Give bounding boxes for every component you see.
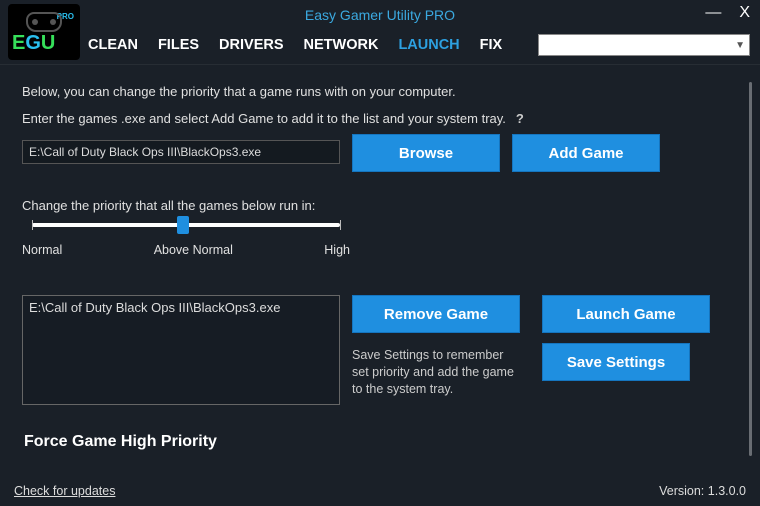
app-logo: PRO E G U (8, 4, 80, 60)
slider-thumb[interactable] (177, 216, 189, 234)
content-area: Below, you can change the priority that … (14, 74, 738, 470)
tab-files[interactable]: FILES (158, 37, 199, 53)
titlebar: PRO E G U Easy Gamer Utility PRO — X (0, 0, 760, 30)
slider-mark-high: High (324, 243, 350, 257)
tab-fix[interactable]: FIX (480, 37, 503, 53)
browse-button[interactable]: Browse (352, 134, 500, 172)
priority-slider[interactable] (32, 223, 340, 227)
check-updates-link[interactable]: Check for updates (14, 484, 115, 498)
nav-divider (0, 64, 760, 65)
list-item[interactable]: E:\Call of Duty Black Ops III\BlackOps3.… (29, 300, 333, 315)
add-game-button[interactable]: Add Game (512, 134, 660, 172)
slider-mark-above-normal: Above Normal (154, 243, 233, 257)
remove-game-button[interactable]: Remove Game (352, 295, 520, 333)
window-title: Easy Gamer Utility PRO (0, 7, 760, 23)
intro-text: Below, you can change the priority that … (22, 84, 732, 99)
gamepad-icon (26, 12, 62, 32)
version-label: Version: 1.3.0.0 (659, 484, 746, 498)
close-icon[interactable]: X (739, 4, 750, 22)
priority-slider-label: Change the priority that all the games b… (22, 198, 732, 213)
content-scrollbar[interactable] (749, 82, 752, 456)
help-icon[interactable]: ? (516, 111, 524, 126)
save-hint-text: Save Settings to remember set priority a… (352, 343, 520, 398)
games-listbox[interactable]: E:\Call of Duty Black Ops III\BlackOps3.… (22, 295, 340, 405)
tab-drivers[interactable]: DRIVERS (219, 37, 283, 53)
game-path-input[interactable] (22, 140, 340, 164)
tab-clean[interactable]: CLEAN (88, 37, 138, 53)
tab-launch[interactable]: LAUNCH (398, 37, 459, 53)
force-priority-heading: Force Game High Priority (24, 433, 732, 451)
main-navbar: CLEAN FILES DRIVERS NETWORK LAUNCH FIX ▼ (0, 30, 760, 60)
save-settings-button[interactable]: Save Settings (542, 343, 690, 381)
slider-mark-normal: Normal (22, 243, 62, 257)
tab-network[interactable]: NETWORK (304, 37, 379, 53)
instruction-text: Enter the games .exe and select Add Game… (22, 111, 506, 126)
footer: Check for updates Version: 1.3.0.0 (0, 476, 760, 506)
nav-dropdown[interactable]: ▼ (538, 34, 750, 56)
chevron-down-icon: ▼ (735, 40, 745, 51)
launch-game-button[interactable]: Launch Game (542, 295, 710, 333)
minimize-icon[interactable]: — (705, 4, 721, 22)
